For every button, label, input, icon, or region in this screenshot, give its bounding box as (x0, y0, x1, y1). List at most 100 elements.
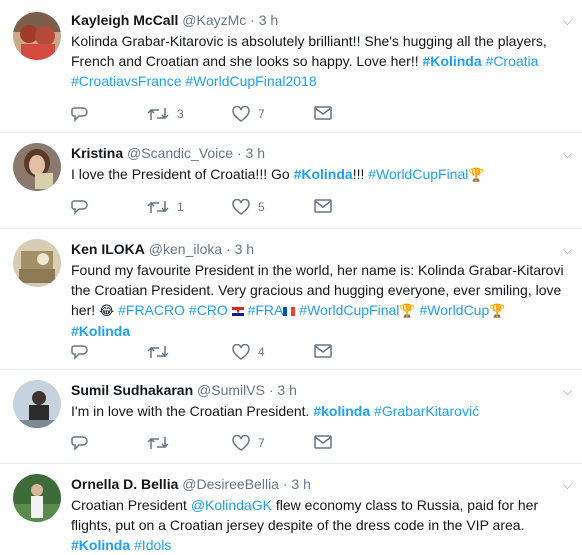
retweet-button[interactable] (147, 344, 177, 360)
tweet-text-part: !!! (352, 166, 369, 182)
author-name[interactable]: Kayleigh McCall (71, 12, 178, 28)
tweet-text: I'm in love with the Croatian President.… (71, 401, 566, 421)
reply-button[interactable] (71, 199, 89, 215)
reply-button[interactable] (71, 435, 89, 451)
retweet-button[interactable] (147, 435, 177, 451)
envelope-icon (314, 435, 332, 449)
avatar[interactable] (13, 143, 61, 191)
hashtag[interactable]: #FRA (248, 302, 284, 318)
trophy-icon: 🏆 (489, 303, 506, 318)
tweet-text-part: Croatian President (71, 497, 191, 513)
tweet-actions: 4 (71, 344, 351, 364)
envelope-icon (314, 106, 332, 120)
hashtag[interactable]: #WorldCup (419, 302, 489, 318)
avatar[interactable] (13, 474, 61, 522)
tweet-text: Croatian President @KolindaGK flew econo… (71, 495, 566, 555)
tweet-actions: 1 5 (71, 199, 351, 219)
avatar[interactable] (13, 239, 61, 287)
tweet[interactable]: Sumil Sudhakaran @SumilVS · 3 h I'm in l… (0, 370, 582, 464)
message-button[interactable] (314, 344, 332, 358)
separator-dot: · (236, 145, 242, 161)
timestamp[interactable]: 3 h (277, 382, 296, 398)
tweet[interactable]: Kayleigh McCall @KayzMc · 3 h Kolinda Gr… (0, 0, 582, 133)
reply-button[interactable] (71, 106, 89, 122)
author-name[interactable]: Ken ILOKA (71, 241, 145, 257)
hashtag[interactable]: #WorldCupFinal (299, 302, 399, 318)
chevron-down-icon[interactable]: ⌵ (563, 384, 572, 399)
author-handle[interactable]: @ken_iloka (149, 241, 222, 257)
hashtag[interactable]: #WorldCupFinal (368, 166, 468, 182)
reply-icon (71, 436, 88, 451)
mention-link[interactable]: @KolindaGK (191, 497, 272, 513)
heart-icon (232, 106, 250, 122)
message-button[interactable] (314, 435, 332, 449)
like-button[interactable]: 5 (232, 199, 265, 215)
like-button[interactable]: 7 (232, 106, 265, 122)
envelope-icon (314, 344, 332, 358)
like-count: 4 (258, 345, 265, 359)
separator-dot: · (268, 382, 274, 398)
hashtag[interactable]: #FRACRO (118, 302, 185, 318)
hashtag[interactable]: #kolinda (313, 403, 370, 419)
hashtag[interactable]: #Idols (134, 537, 171, 553)
timestamp[interactable]: 3 h (259, 12, 278, 28)
retweet-button[interactable]: 3 (147, 106, 184, 122)
retweet-icon (147, 108, 169, 120)
retweet-count: 1 (177, 200, 184, 214)
hashtag[interactable]: #WorldCupFinal2018 (185, 73, 316, 89)
hashtag[interactable]: #CRO (189, 302, 228, 318)
retweet-button[interactable]: 1 (147, 199, 184, 215)
message-button[interactable] (314, 199, 332, 213)
tweet-header: Kristina @Scandic_Voice · 3 h (71, 144, 566, 162)
tweet-text: Kolinda Grabar-Kitarovic is absolutely b… (71, 31, 566, 91)
envelope-icon (314, 199, 332, 213)
timestamp[interactable]: 3 h (235, 241, 254, 257)
hashtag[interactable]: #CroatiavsFrance (71, 73, 182, 89)
retweet-icon (147, 437, 169, 449)
heart-icon (232, 199, 250, 215)
tweet-text: I love the President of Croatia!!! Go #K… (71, 164, 566, 185)
heart-icon (232, 435, 250, 451)
retweet-icon (147, 201, 169, 213)
hashtag[interactable]: #Croatia (486, 53, 539, 69)
tweet[interactable]: Kristina @Scandic_Voice · 3 h I love the… (0, 133, 582, 229)
tweet-header: Sumil Sudhakaran @SumilVS · 3 h (71, 381, 566, 399)
chevron-down-icon[interactable]: ⌵ (563, 478, 572, 493)
retweet-count: 3 (177, 107, 184, 121)
tweet[interactable]: Ornella D. Bellia @DesireeBellia · 3 h C… (0, 464, 582, 553)
hashtag[interactable]: #Kolinda (71, 537, 130, 553)
message-button[interactable] (314, 106, 332, 120)
author-handle[interactable]: @Scandic_Voice (127, 145, 233, 161)
tweet[interactable]: Ken ILOKA @ken_iloka · 3 h Found my favo… (0, 229, 582, 370)
author-handle[interactable]: @DesireeBellia (182, 476, 279, 492)
like-count: 7 (258, 436, 265, 450)
tweet-text-part: I'm in love with the Croatian President. (71, 403, 314, 419)
author-name[interactable]: Sumil Sudhakaran (71, 382, 193, 398)
author-handle[interactable]: @SumilVS (197, 382, 265, 398)
author-handle[interactable]: @KayzMc (182, 12, 246, 28)
chevron-down-icon[interactable]: ⌵ (563, 147, 572, 162)
like-button[interactable]: 7 (232, 435, 265, 451)
timestamp[interactable]: 3 h (291, 476, 310, 492)
reply-button[interactable] (71, 344, 89, 360)
heart-icon (232, 344, 250, 360)
tweet-feed: Kayleigh McCall @KayzMc · 3 h Kolinda Gr… (0, 0, 582, 553)
tweet-actions: 3 7 (71, 106, 351, 126)
avatar[interactable] (13, 380, 61, 428)
hashtag[interactable]: #Kolinda (71, 323, 130, 339)
avatar[interactable] (13, 12, 61, 60)
like-button[interactable]: 4 (232, 344, 265, 360)
tweet-header: Kayleigh McCall @KayzMc · 3 h (71, 11, 566, 29)
chevron-down-icon[interactable]: ⌵ (563, 243, 572, 258)
tweet-actions: 7 (71, 435, 351, 455)
hashtag[interactable]: #Kolinda (423, 53, 482, 69)
hashtag[interactable]: #Kolinda (294, 166, 353, 182)
hashtag[interactable]: #GrabarKitarović (374, 403, 479, 419)
timestamp[interactable]: 3 h (246, 145, 265, 161)
laughing-emoji-icon: 😂 (99, 303, 115, 318)
author-name[interactable]: Ornella D. Bellia (71, 476, 178, 492)
tweet-text-part: I love the President of Croatia!!! Go (71, 166, 294, 182)
like-count: 7 (258, 107, 265, 121)
chevron-down-icon[interactable]: ⌵ (563, 14, 572, 29)
author-name[interactable]: Kristina (71, 145, 123, 161)
